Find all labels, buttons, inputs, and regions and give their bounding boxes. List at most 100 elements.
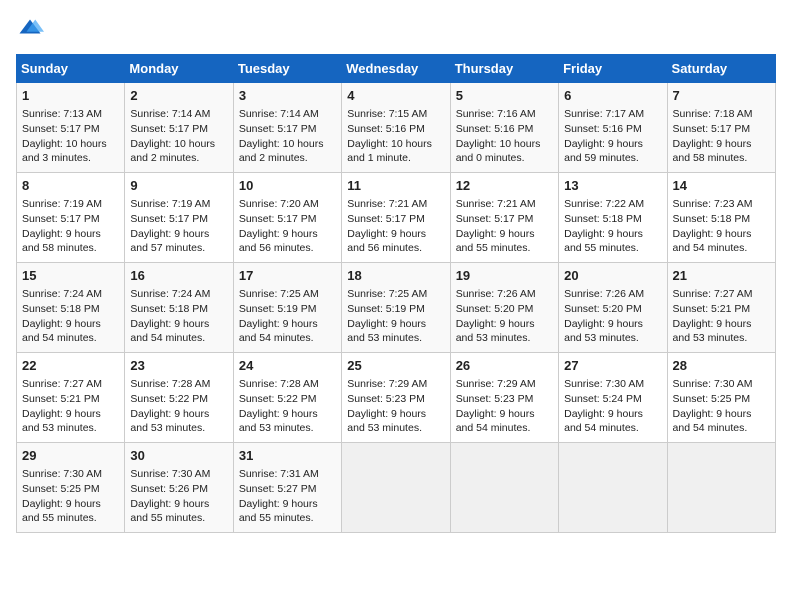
cell-text: and 54 minutes.	[239, 331, 336, 346]
cell-text: Sunrise: 7:31 AM	[239, 467, 336, 482]
cell-text: Daylight: 9 hours	[239, 227, 336, 242]
day-number: 25	[347, 357, 444, 375]
cell-text: Daylight: 9 hours	[239, 497, 336, 512]
cell-text: Sunset: 5:24 PM	[564, 392, 661, 407]
cell-text: Sunset: 5:20 PM	[456, 302, 553, 317]
day-number: 18	[347, 267, 444, 285]
cell-text: Sunset: 5:23 PM	[347, 392, 444, 407]
cell-text: Sunset: 5:22 PM	[130, 392, 227, 407]
cell-text: Sunset: 5:26 PM	[130, 482, 227, 497]
calendar-cell: 13Sunrise: 7:22 AMSunset: 5:18 PMDayligh…	[559, 173, 667, 263]
cell-text: Sunrise: 7:28 AM	[239, 377, 336, 392]
cell-text: Sunset: 5:17 PM	[22, 122, 119, 137]
calendar-cell	[450, 443, 558, 533]
cell-text: Daylight: 9 hours	[564, 137, 661, 152]
cell-text: Sunrise: 7:23 AM	[673, 197, 770, 212]
cell-text: Sunset: 5:18 PM	[564, 212, 661, 227]
cell-text: Sunset: 5:17 PM	[456, 212, 553, 227]
cell-text: Daylight: 9 hours	[22, 227, 119, 242]
cell-text: Daylight: 10 hours	[22, 137, 119, 152]
cell-text: and 53 minutes.	[456, 331, 553, 346]
cell-text: Sunrise: 7:20 AM	[239, 197, 336, 212]
cell-text: Sunrise: 7:18 AM	[673, 107, 770, 122]
calendar-cell: 8Sunrise: 7:19 AMSunset: 5:17 PMDaylight…	[17, 173, 125, 263]
cell-text: Sunrise: 7:22 AM	[564, 197, 661, 212]
cell-text: Daylight: 9 hours	[456, 407, 553, 422]
cell-text: Daylight: 9 hours	[22, 497, 119, 512]
calendar-cell: 22Sunrise: 7:27 AMSunset: 5:21 PMDayligh…	[17, 353, 125, 443]
calendar-cell: 2Sunrise: 7:14 AMSunset: 5:17 PMDaylight…	[125, 83, 233, 173]
cell-text: Daylight: 10 hours	[456, 137, 553, 152]
day-number: 19	[456, 267, 553, 285]
calendar-cell: 3Sunrise: 7:14 AMSunset: 5:17 PMDaylight…	[233, 83, 341, 173]
cell-text: Sunset: 5:21 PM	[22, 392, 119, 407]
cell-text: and 53 minutes.	[130, 421, 227, 436]
cell-text: Sunset: 5:23 PM	[456, 392, 553, 407]
calendar-cell: 19 Sunrise: 7:26 AMSunset: 5:20 PMDayligh…	[450, 263, 558, 353]
calendar-cell: 27Sunrise: 7:30 AMSunset: 5:24 PMDayligh…	[559, 353, 667, 443]
day-number: 3	[239, 87, 336, 105]
cell-text: Daylight: 9 hours	[564, 227, 661, 242]
cell-text: Sunset: 5:17 PM	[130, 122, 227, 137]
cell-text: Sunrise: 7:25 AM	[347, 287, 444, 302]
calendar-cell: 28Sunrise: 7:30 AMSunset: 5:25 PMDayligh…	[667, 353, 775, 443]
header-wednesday: Wednesday	[342, 55, 450, 83]
day-number: 30	[130, 447, 227, 465]
calendar-cell: 12Sunrise: 7:21 AMSunset: 5:17 PMDayligh…	[450, 173, 558, 263]
cell-text: Sunset: 5:16 PM	[347, 122, 444, 137]
cell-text: and 58 minutes.	[673, 151, 770, 166]
cell-text: Sunset: 5:16 PM	[456, 122, 553, 137]
cell-text: and 53 minutes.	[564, 331, 661, 346]
cell-text: Daylight: 9 hours	[22, 407, 119, 422]
week-row-4: 22Sunrise: 7:27 AMSunset: 5:21 PMDayligh…	[17, 353, 776, 443]
cell-text: Daylight: 9 hours	[673, 227, 770, 242]
calendar-cell: 29Sunrise: 7:30 AMSunset: 5:25 PMDayligh…	[17, 443, 125, 533]
calendar-cell: 11Sunrise: 7:21 AMSunset: 5:17 PMDayligh…	[342, 173, 450, 263]
calendar-cell	[559, 443, 667, 533]
cell-text: Sunset: 5:18 PM	[673, 212, 770, 227]
calendar-cell: 15Sunrise: 7:24 AMSunset: 5:18 PMDayligh…	[17, 263, 125, 353]
cell-text: Daylight: 9 hours	[456, 317, 553, 332]
header-sunday: Sunday	[17, 55, 125, 83]
cell-text: Daylight: 9 hours	[673, 317, 770, 332]
cell-text: Daylight: 9 hours	[347, 317, 444, 332]
cell-text: Sunset: 5:17 PM	[239, 212, 336, 227]
calendar-cell: 5 Sunrise: 7:16 AMSunset: 5:16 PMDaylight…	[450, 83, 558, 173]
cell-text: Sunrise: 7:29 AM	[456, 377, 553, 392]
cell-text: Sunrise: 7:24 AM	[22, 287, 119, 302]
day-number: 24	[239, 357, 336, 375]
calendar-cell: 1Sunrise: 7:13 AMSunset: 5:17 PMDaylight…	[17, 83, 125, 173]
header-row: SundayMondayTuesdayWednesdayThursdayFrid…	[17, 55, 776, 83]
cell-text: Daylight: 9 hours	[564, 317, 661, 332]
cell-text: Daylight: 9 hours	[130, 227, 227, 242]
cell-text: Daylight: 9 hours	[564, 407, 661, 422]
day-number: 9	[130, 177, 227, 195]
cell-text: Sunset: 5:17 PM	[239, 122, 336, 137]
cell-text: Sunrise: 7:25 AM	[239, 287, 336, 302]
cell-text: Sunset: 5:17 PM	[347, 212, 444, 227]
cell-text: Sunrise: 7:26 AM	[564, 287, 661, 302]
day-number: 14	[673, 177, 770, 195]
header-thursday: Thursday	[450, 55, 558, 83]
cell-text: Sunrise: 7:16 AM	[456, 107, 553, 122]
day-number: 26	[456, 357, 553, 375]
day-number: 5	[456, 87, 553, 105]
cell-text: Sunset: 5:27 PM	[239, 482, 336, 497]
cell-text: and 55 minutes.	[564, 241, 661, 256]
week-row-3: 15Sunrise: 7:24 AMSunset: 5:18 PMDayligh…	[17, 263, 776, 353]
day-number: 22	[22, 357, 119, 375]
cell-text: Sunrise: 7:26 AM	[456, 287, 553, 302]
day-number: 12	[456, 177, 553, 195]
cell-text: and 54 minutes.	[456, 421, 553, 436]
day-number: 31	[239, 447, 336, 465]
calendar-cell: 20Sunrise: 7:26 AMSunset: 5:20 PMDayligh…	[559, 263, 667, 353]
cell-text: Sunset: 5:19 PM	[347, 302, 444, 317]
calendar-cell: 7Sunrise: 7:18 AMSunset: 5:17 PMDaylight…	[667, 83, 775, 173]
cell-text: Sunset: 5:25 PM	[673, 392, 770, 407]
cell-text: and 53 minutes.	[347, 421, 444, 436]
cell-text: Sunrise: 7:30 AM	[22, 467, 119, 482]
day-number: 21	[673, 267, 770, 285]
calendar-cell: 24Sunrise: 7:28 AMSunset: 5:22 PMDayligh…	[233, 353, 341, 443]
cell-text: Daylight: 9 hours	[130, 317, 227, 332]
cell-text: and 56 minutes.	[239, 241, 336, 256]
